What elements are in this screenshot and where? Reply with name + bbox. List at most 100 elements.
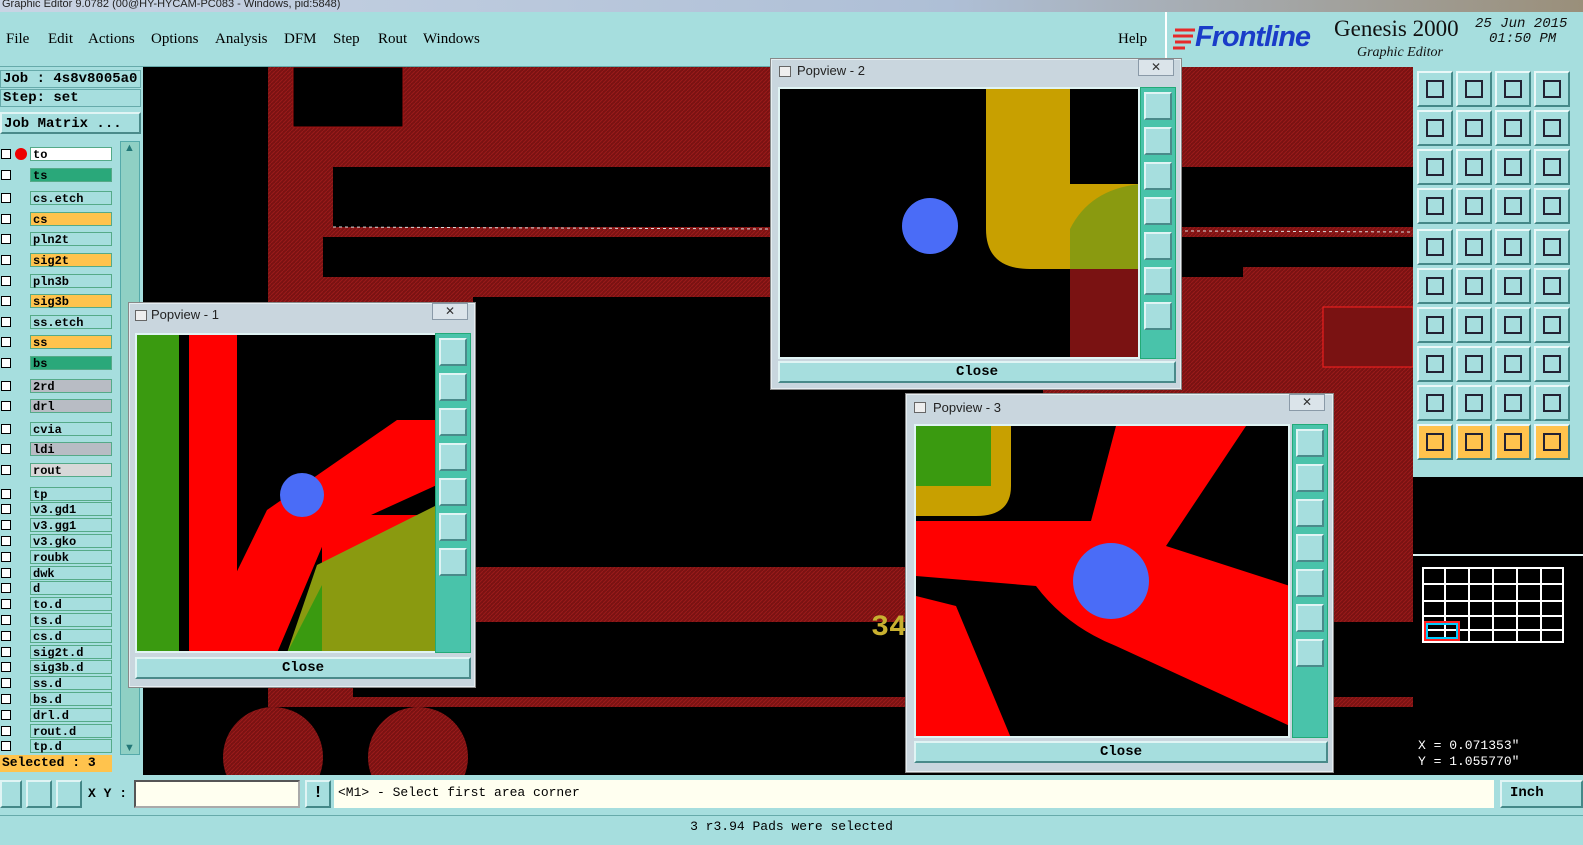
scroll-down-icon[interactable]: ▼	[124, 742, 135, 754]
zoom-tool-icon[interactable]	[1144, 197, 1172, 225]
zoom-tool-icon[interactable]	[439, 548, 467, 576]
layer-checkbox[interactable]	[1, 599, 11, 610]
menu-edit[interactable]: Edit	[48, 31, 73, 48]
layer-row[interactable]: pln2t	[0, 232, 118, 247]
job-matrix-button[interactable]: Job Matrix ...	[0, 112, 141, 134]
zoom-tool-icon[interactable]	[1144, 127, 1172, 155]
layer-checkbox[interactable]	[1, 741, 11, 752]
layer-row[interactable]: ldi	[0, 442, 118, 457]
close-icon[interactable]: ✕	[1289, 394, 1325, 411]
zoom-tool-icon[interactable]	[1144, 162, 1172, 190]
layer-label[interactable]: d	[30, 581, 112, 596]
layer-label[interactable]: pln3b	[30, 273, 112, 289]
select-box-icon[interactable]	[1417, 346, 1453, 382]
measure-icon[interactable]	[26, 780, 52, 808]
layer-label[interactable]: cs.etch	[30, 191, 112, 206]
layer-checkbox[interactable]	[1, 615, 11, 625]
cross-icon[interactable]	[1456, 268, 1492, 304]
ruler-icon[interactable]	[1495, 229, 1531, 265]
layer-row[interactable]: cs	[0, 211, 118, 227]
layer-label[interactable]: pln2t	[30, 232, 112, 247]
layer-checkbox[interactable]	[1, 551, 11, 562]
zoom-tool-icon[interactable]	[439, 443, 467, 471]
info-icon[interactable]: !	[305, 780, 331, 808]
layer-checkbox[interactable]	[1, 583, 11, 594]
zoom-tool-icon[interactable]	[1296, 604, 1324, 632]
layer-label[interactable]: sig2t	[30, 253, 112, 268]
circle-icon[interactable]	[1534, 229, 1570, 265]
layer-row[interactable]: cvia	[0, 421, 118, 437]
zoom-tool-icon[interactable]	[439, 478, 467, 506]
layer-checkbox[interactable]	[1, 536, 11, 546]
zoom-tool-icon[interactable]	[1296, 464, 1324, 492]
layer-row[interactable]: ts	[0, 167, 118, 183]
rotate-icon[interactable]	[1495, 110, 1531, 146]
ratio-icon[interactable]	[1495, 149, 1531, 185]
snap-pin-icon[interactable]	[1534, 188, 1570, 224]
move-left-icon[interactable]	[1417, 110, 1453, 146]
grid-icon[interactable]	[1456, 188, 1492, 224]
layer-label[interactable]: v3.gg1	[30, 518, 112, 533]
layer-down-icon[interactable]	[1456, 71, 1492, 107]
zoom-tool-icon[interactable]	[1296, 499, 1324, 527]
zoom-tool-icon[interactable]	[1144, 92, 1172, 120]
layer-row[interactable]: tp.d	[0, 739, 118, 754]
layer-label[interactable]: to	[30, 147, 112, 162]
grid-icon[interactable]	[56, 780, 82, 808]
layer-row[interactable]: sig3b	[0, 294, 118, 309]
layer-row[interactable]: cs.d	[0, 628, 118, 644]
layer-checkbox[interactable]	[1, 678, 11, 689]
zoom-tool-icon[interactable]	[1144, 267, 1172, 295]
layer-label[interactable]: ss.etch	[30, 314, 112, 330]
layer-label[interactable]: drl.d	[30, 707, 112, 723]
layer-row[interactable]: v3.gg1	[0, 518, 118, 533]
arrow-sel-icon[interactable]	[1456, 424, 1492, 460]
layer-checkbox[interactable]	[1, 213, 11, 224]
arrow-icon[interactable]	[1417, 424, 1453, 460]
layer-row[interactable]: ss.etch	[0, 314, 118, 330]
fork-icon[interactable]	[1534, 307, 1570, 343]
close-icon[interactable]: ✕	[1138, 59, 1174, 76]
angle-c-icon[interactable]	[1495, 385, 1531, 421]
layer-label[interactable]: sig3b	[30, 294, 112, 309]
layer-label[interactable]: drl	[30, 399, 112, 414]
layer-checkbox[interactable]	[1, 193, 11, 204]
popview-3-close-button[interactable]: Close	[914, 741, 1328, 763]
layer-row[interactable]: rout	[0, 463, 118, 478]
layer-row[interactable]: sig3b.d	[0, 660, 118, 675]
layer-label[interactable]: to.d	[30, 597, 112, 612]
snap-icon[interactable]	[0, 780, 22, 808]
layer-label[interactable]: ts	[30, 167, 112, 183]
layer-checkbox[interactable]	[1, 488, 11, 499]
layer-label[interactable]: dwk	[30, 565, 112, 581]
layer-row[interactable]: sig2t	[0, 253, 118, 268]
layer-up-icon[interactable]	[1417, 71, 1453, 107]
layer-checkbox[interactable]	[1, 725, 11, 736]
layer-row[interactable]: to	[0, 147, 118, 162]
layer-row[interactable]: 2rd	[0, 378, 118, 394]
layer-checkbox[interactable]	[1, 709, 11, 720]
layer-label[interactable]: tp	[30, 486, 112, 502]
layer-row[interactable]: bs.d	[0, 692, 118, 707]
zoom-tool-icon[interactable]	[1296, 534, 1324, 562]
layer-label[interactable]: v3.gko	[30, 534, 112, 549]
route-icon[interactable]	[1534, 424, 1570, 460]
arrow-wait-icon[interactable]	[1495, 424, 1531, 460]
layer-checkbox[interactable]	[1, 423, 11, 434]
layer-row[interactable]: cs.etch	[0, 191, 118, 206]
home-icon[interactable]	[1495, 71, 1531, 107]
draw-icon[interactable]	[1456, 229, 1492, 265]
menu-rout[interactable]: Rout	[378, 31, 407, 48]
layer-row[interactable]: v3.gd1	[0, 502, 118, 517]
layer-label[interactable]: cs	[30, 211, 112, 227]
layer-label[interactable]: bs	[30, 356, 112, 371]
scroll-up-icon[interactable]: ▲	[124, 142, 135, 154]
layer-label[interactable]: sig2t.d	[30, 644, 112, 660]
help-icon[interactable]	[1534, 149, 1570, 185]
layer-row[interactable]: drl.d	[0, 707, 118, 723]
units-selector[interactable]: Inch	[1500, 780, 1583, 808]
move-right-icon[interactable]	[1456, 110, 1492, 146]
layer-checkbox[interactable]	[1, 149, 11, 159]
layer-checkbox[interactable]	[1, 465, 11, 475]
layer-row[interactable]: roubk	[0, 549, 118, 565]
